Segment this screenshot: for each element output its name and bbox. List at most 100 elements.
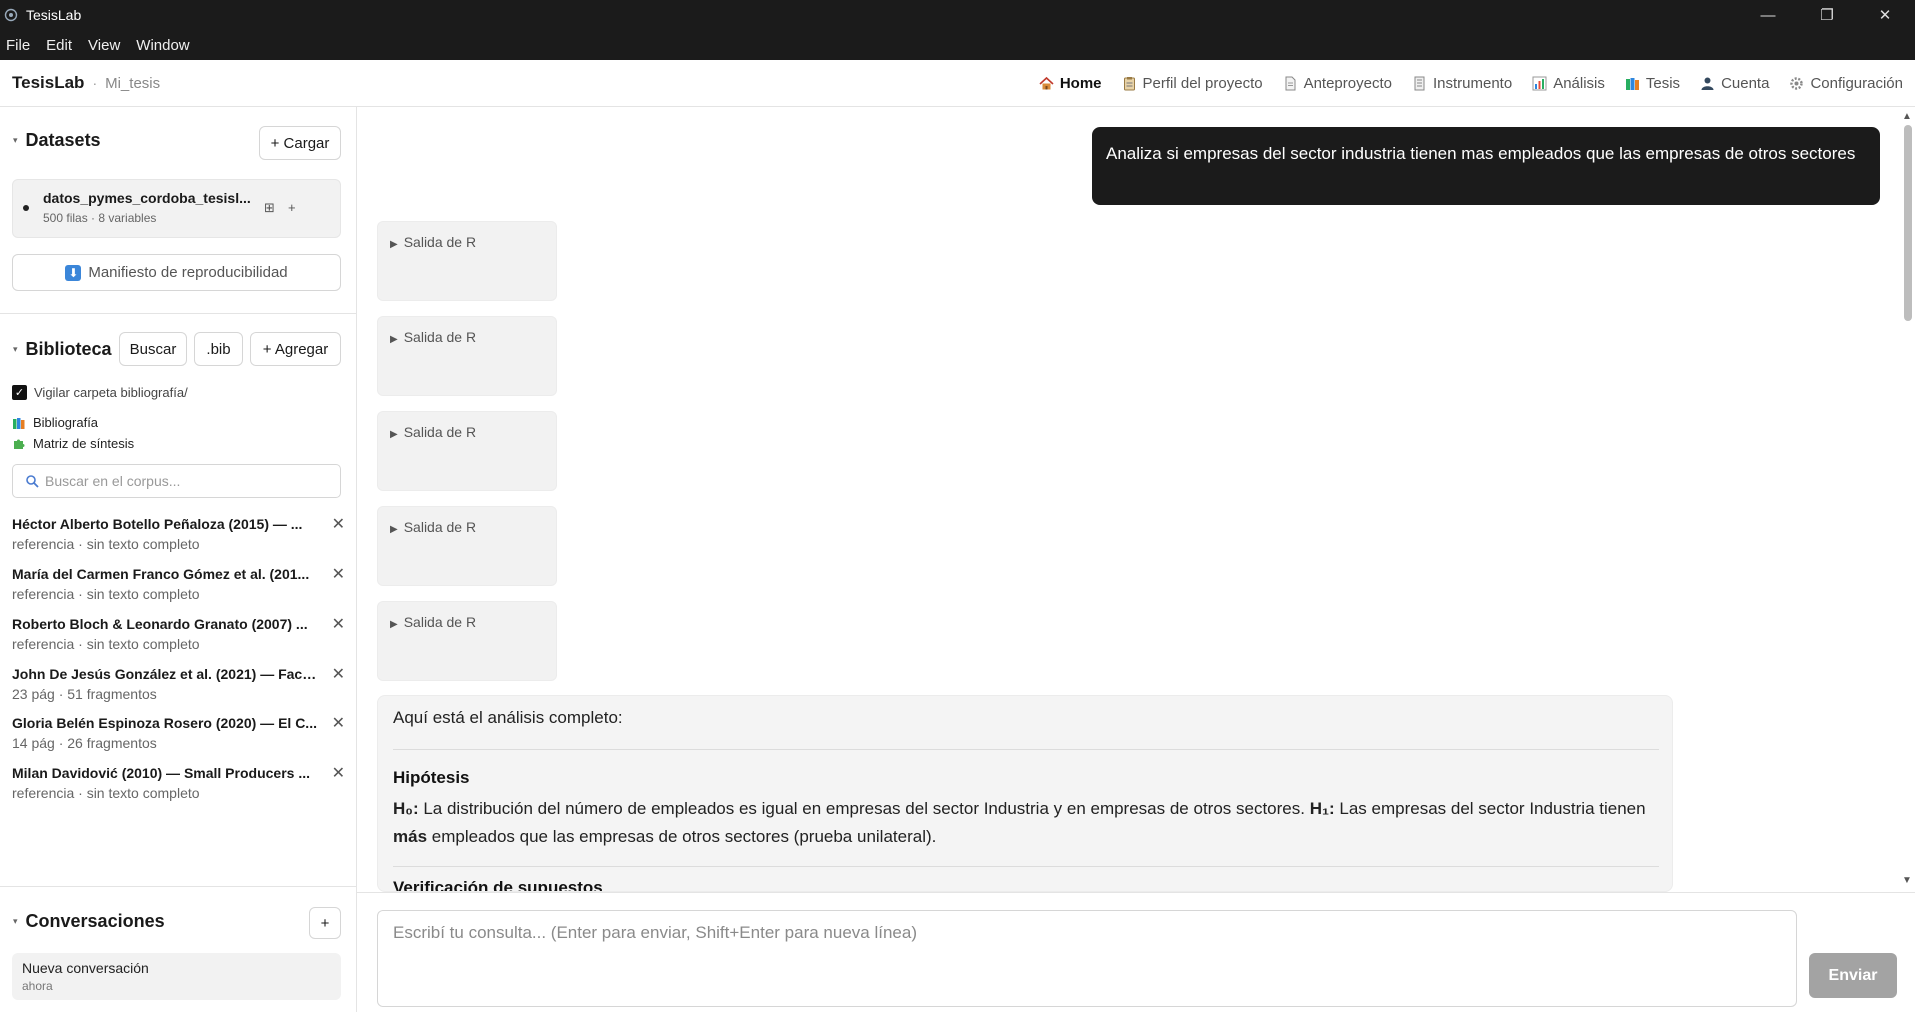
nav-tesis[interactable]: Tesis xyxy=(1625,75,1680,92)
h0-text: La distribución del número de empleados … xyxy=(418,799,1310,818)
answer-divider xyxy=(393,749,1659,750)
expand-arrow-icon: ▶ xyxy=(390,334,398,345)
view-table-icon[interactable]: ⊞ xyxy=(264,200,275,216)
matriz-sintesis-label: Matriz de síntesis xyxy=(33,436,135,451)
reference-title: María del Carmen Franco Gómez et al. (20… xyxy=(12,566,310,582)
chat-scrollbar[interactable]: ▲ ▼ xyxy=(1900,107,1915,892)
puzzle-icon xyxy=(12,437,26,451)
r-output-box[interactable]: ▶ Salida de R xyxy=(377,221,557,301)
r-output-toggle[interactable]: ▶ Salida de R xyxy=(390,329,476,345)
answer-heading: Hipótesis xyxy=(393,768,470,787)
r-output-toggle[interactable]: ▶ Salida de R xyxy=(390,519,476,535)
r-output-label: Salida de R xyxy=(403,329,477,345)
nav-instrumento[interactable]: Instrumento xyxy=(1412,75,1512,92)
add-reference-button[interactable]: + Agregar xyxy=(250,332,341,366)
r-output-box[interactable]: ▶ Salida de R xyxy=(377,316,557,396)
app-logo-icon xyxy=(4,8,18,22)
nav-cuenta[interactable]: Cuenta xyxy=(1700,75,1769,92)
nav-anteproyecto[interactable]: Anteproyecto xyxy=(1283,75,1392,92)
r-output-box[interactable]: ▶ Salida de R xyxy=(377,601,557,681)
nav-home-label: Home xyxy=(1059,75,1102,92)
close-window-button[interactable]: ✕ xyxy=(1855,0,1915,30)
datasets-collapse-caret[interactable]: ▾ xyxy=(13,135,18,146)
remove-reference-icon[interactable]: ✕ xyxy=(332,763,345,783)
watch-folder-checkbox[interactable]: ✓ xyxy=(12,385,27,400)
dataset-name: datos_pymes_cordoba_tesisl... xyxy=(43,190,251,206)
message-input[interactable] xyxy=(377,910,1797,1007)
maximize-button[interactable]: ❐ xyxy=(1797,0,1857,30)
sidebar: ▾ Datasets + Cargar datos_pymes_cordoba_… xyxy=(0,107,357,1012)
reference-item[interactable]: Milan Davidović (2010) — Small Producers… xyxy=(12,765,345,809)
reference-meta: referencia · sin texto completo xyxy=(12,586,200,602)
nav-analisis[interactable]: Análisis xyxy=(1532,75,1605,92)
r-output-toggle[interactable]: ▶ Salida de R xyxy=(390,234,476,250)
corpus-search-input[interactable] xyxy=(45,473,325,489)
r-output-toggle[interactable]: ▶ Salida de R xyxy=(390,614,476,630)
h1-label: H₁: xyxy=(1309,799,1335,818)
menu-view[interactable]: View xyxy=(88,35,120,56)
sidebar-divider xyxy=(0,886,357,887)
conversaciones-header[interactable]: ▾ Conversaciones xyxy=(0,905,357,937)
reference-meta: referencia · sin texto completo xyxy=(12,636,200,652)
expand-arrow-icon: ▶ xyxy=(390,619,398,630)
reference-title: Gloria Belén Espinoza Rosero (2020) — El… xyxy=(12,715,317,731)
dataset-bullet xyxy=(23,205,29,211)
remove-reference-icon[interactable]: ✕ xyxy=(332,713,345,733)
reference-item[interactable]: John De Jesús González et al. (2021) — F… xyxy=(12,666,345,710)
hypothesis-text: H₀: La distribución del número de emplea… xyxy=(393,795,1663,851)
scrollbar-thumb[interactable] xyxy=(1904,125,1912,321)
load-dataset-button[interactable]: + Cargar xyxy=(259,126,341,160)
scroll-up-arrow-icon[interactable]: ▲ xyxy=(1902,111,1912,122)
nav-perfil[interactable]: Perfil del proyecto xyxy=(1122,75,1263,92)
r-output-box[interactable]: ▶ Salida de R xyxy=(377,506,557,586)
assistant-answer: Aquí está el análisis completo: Hipótesi… xyxy=(377,695,1673,892)
r-output-toggle[interactable]: ▶ Salida de R xyxy=(390,424,476,440)
expand-arrow-icon: ▶ xyxy=(390,524,398,535)
r-output-label: Salida de R xyxy=(403,519,477,535)
watch-folder-row[interactable]: ✓ Vigilar carpeta bibliografía/ xyxy=(12,385,188,400)
reference-item[interactable]: Héctor Alberto Botello Peñaloza (2015) —… xyxy=(12,516,345,560)
conversation-item[interactable]: Nueva conversación ahora xyxy=(12,953,341,1000)
reference-title: John De Jesús González et al. (2021) — F… xyxy=(12,666,317,682)
reference-item[interactable]: Gloria Belén Espinoza Rosero (2020) — El… xyxy=(12,715,345,759)
menu-window[interactable]: Window xyxy=(136,35,189,56)
nav-anteproyecto-label: Anteproyecto xyxy=(1303,75,1392,92)
corpus-search[interactable] xyxy=(12,464,341,498)
search-library-button[interactable]: Buscar xyxy=(119,332,187,366)
reference-item[interactable]: Roberto Bloch & Leonardo Granato (2007) … xyxy=(12,616,345,660)
brand-name[interactable]: TesisLab xyxy=(12,73,84,93)
dataset-item[interactable]: datos_pymes_cordoba_tesisl... 500 filas … xyxy=(12,179,341,238)
biblioteca-collapse-caret[interactable]: ▾ xyxy=(13,344,18,355)
manifest-button[interactable]: ⬇ Manifiesto de reproducibilidad xyxy=(12,254,341,291)
menu-edit[interactable]: Edit xyxy=(46,35,72,56)
remove-reference-icon[interactable]: ✕ xyxy=(332,514,345,534)
nav-tesis-label: Tesis xyxy=(1645,75,1681,92)
add-dataset-icon[interactable]: + xyxy=(288,200,296,215)
reference-item[interactable]: María del Carmen Franco Gómez et al. (20… xyxy=(12,566,345,610)
remove-reference-icon[interactable]: ✕ xyxy=(332,664,345,684)
nav-configuracion[interactable]: Configuración xyxy=(1789,75,1903,92)
house-icon xyxy=(1039,76,1054,91)
chat-panel: Analiza si empresas del sector industria… xyxy=(357,107,1915,1012)
user-icon xyxy=(1700,76,1715,91)
new-conversation-button[interactable]: + xyxy=(309,907,341,939)
matriz-sintesis-link[interactable]: Matriz de síntesis xyxy=(12,436,134,451)
bib-export-button[interactable]: .bib xyxy=(194,332,243,366)
reference-meta: referencia · sin texto completo xyxy=(12,536,200,552)
minimize-button[interactable]: — xyxy=(1738,0,1798,30)
scroll-down-arrow-icon[interactable]: ▼ xyxy=(1902,875,1912,886)
conversation-time: ahora xyxy=(22,979,53,993)
books-icon xyxy=(1625,76,1640,91)
nav-home[interactable]: Home xyxy=(1039,75,1102,92)
books-icon xyxy=(12,416,26,430)
nav-perfil-label: Perfil del proyecto xyxy=(1142,75,1263,92)
remove-reference-icon[interactable]: ✕ xyxy=(332,614,345,634)
bibliografia-link[interactable]: Bibliografía xyxy=(12,415,98,430)
menu-bar: File Edit View Window xyxy=(0,30,1915,60)
send-button[interactable]: Enviar xyxy=(1809,953,1897,998)
r-output-box[interactable]: ▶ Salida de R xyxy=(377,411,557,491)
conversaciones-collapse-caret[interactable]: ▾ xyxy=(13,916,18,927)
remove-reference-icon[interactable]: ✕ xyxy=(332,564,345,584)
answer-divider xyxy=(393,866,1659,867)
menu-file[interactable]: File xyxy=(6,35,30,56)
